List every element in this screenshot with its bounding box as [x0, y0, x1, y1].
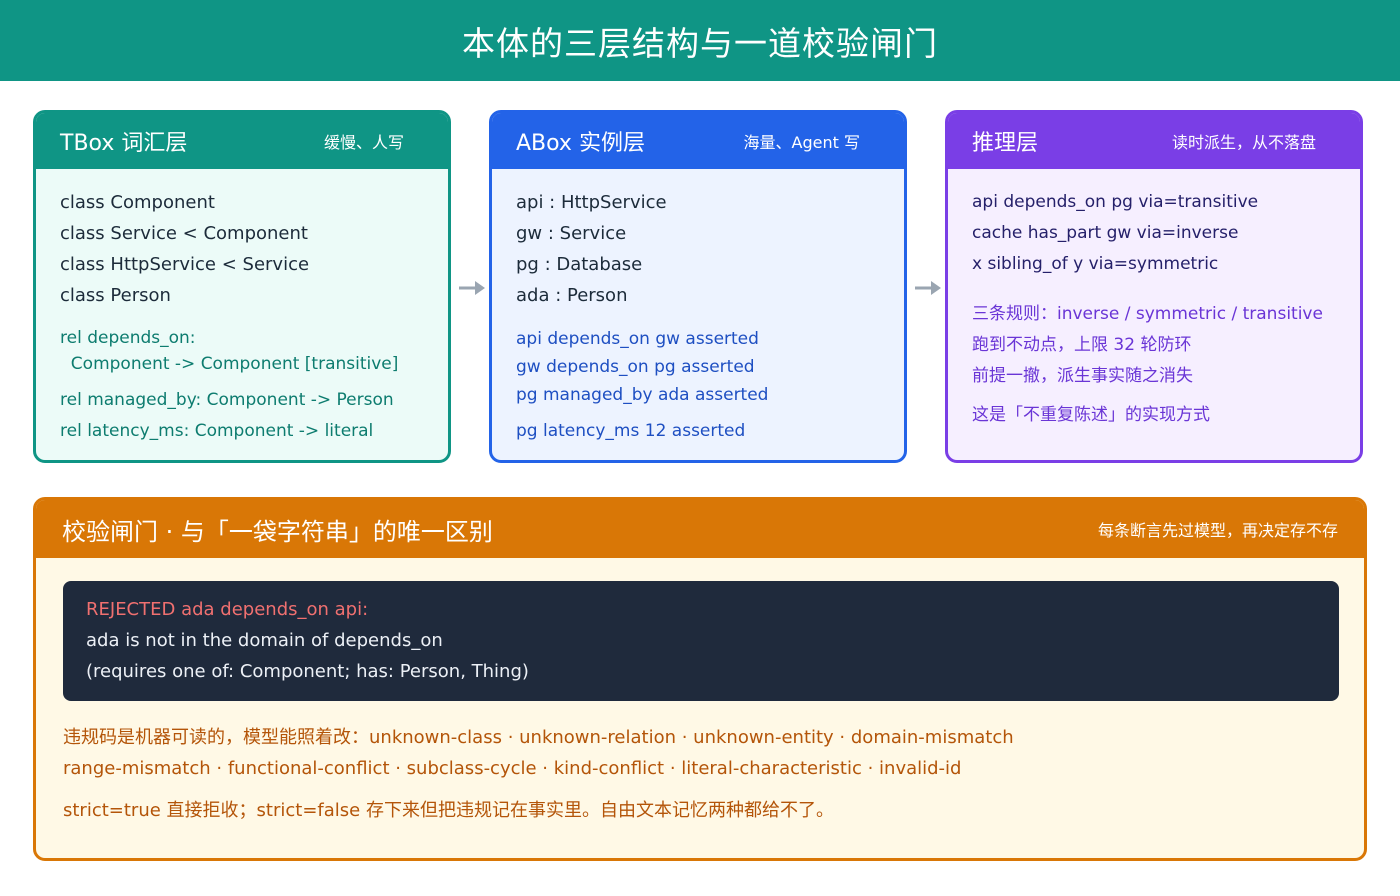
violation-codes-line: 违规码是机器可读的，模型能照着改：unknown-class · unknown… — [63, 727, 1014, 748]
inference-derived-line: x sibling_of y via=symmetric — [972, 254, 1219, 274]
inference-summary-line: 这是「不重复陈述」的实现方式 — [972, 405, 1210, 425]
violation-codes-line: range-mismatch · functional-conflict · s… — [63, 758, 962, 779]
gate-explanation: 违规码是机器可读的，模型能照着改：unknown-class · unknown… — [63, 722, 1014, 826]
page-title: 本体的三层结构与一道校验闸门 — [462, 23, 938, 63]
abox-body: api : HttpService gw : Service pg : Data… — [492, 169, 904, 445]
page-header: 本体的三层结构与一道校验闸门 — [0, 0, 1400, 81]
abox-panel: ABox 实例层 海量、Agent 写 api : HttpService gw… — [489, 110, 907, 463]
abox-instance-line: ada : Person — [516, 285, 628, 306]
abox-assertion-line: pg managed_by ada asserted — [516, 385, 769, 405]
inference-title: 推理层 — [972, 131, 1039, 156]
tbox-note: 缓慢、人写 — [323, 133, 404, 152]
validation-gate-panel: 校验闸门 · 与「一袋字符串」的唯一区别 每条断言先过模型，再决定存不存 REJ… — [33, 497, 1367, 861]
abox-header: ABox 实例层 海量、Agent 写 — [492, 113, 904, 169]
inference-rule-line: 跑到不动点，上限 32 轮防环 — [972, 335, 1192, 355]
tbox-title: TBox 词汇层 — [60, 131, 188, 156]
inference-header: 推理层 读时派生，从不落盘 — [948, 113, 1360, 169]
tbox-header: TBox 词汇层 缓慢、人写 — [36, 113, 448, 169]
abox-assertion-line: api depends_on gw asserted — [516, 329, 759, 349]
strict-mode-line: strict=true 直接拒收；strict=false 存下来但把违规记在事… — [63, 800, 834, 821]
right-arrow-icon — [459, 281, 485, 295]
tbox-rel-depends-line: rel depends_on: — [60, 328, 196, 348]
abox-title: ABox 实例层 — [516, 131, 645, 156]
tbox-body: class Component class Service < Componen… — [36, 169, 448, 447]
inference-derived-line: cache has_part gw via=inverse — [972, 223, 1239, 243]
tbox-class-line: class Person — [60, 285, 171, 306]
rejected-error-line: REJECTED ada depends_on api: — [86, 599, 369, 620]
right-arrow-icon — [915, 281, 941, 295]
abox-literal-line: pg latency_ms 12 asserted — [516, 421, 746, 441]
tbox-class-line: class Service < Component — [60, 223, 308, 244]
inference-derived-line: api depends_on pg via=transitive — [972, 192, 1259, 212]
tbox-rel-managed-line: rel managed_by: Component -> Person — [60, 390, 394, 410]
abox-assertion-line: gw depends_on pg asserted — [516, 357, 755, 377]
abox-instance-line: pg : Database — [516, 254, 643, 275]
abox-instance-line: api : HttpService — [516, 192, 667, 213]
gate-header: 校验闸门 · 与「一袋字符串」的唯一区别 每条断言先过模型，再决定存不存 — [36, 500, 1364, 558]
inference-body: api depends_on pg via=transitive cache h… — [948, 169, 1360, 431]
inference-rule-line: 三条规则：inverse / symmetric / transitive — [972, 304, 1323, 324]
inference-rule-line: 前提一撤，派生事实随之消失 — [972, 366, 1193, 386]
tbox-panel: TBox 词汇层 缓慢、人写 class Component class Ser… — [33, 110, 451, 463]
abox-instance-line: gw : Service — [516, 223, 627, 244]
error-terminal: REJECTED ada depends_on api: ada is not … — [63, 581, 1339, 701]
error-detail-line: ada is not in the domain of depends_on — [86, 630, 443, 651]
error-detail-line: (requires one of: Component; has: Person… — [86, 661, 529, 682]
gate-title: 校验闸门 · 与「一袋字符串」的唯一区别 — [62, 517, 493, 546]
inference-note: 读时派生，从不落盘 — [1171, 133, 1316, 152]
gate-note: 每条断言先过模型，再决定存不存 — [1097, 521, 1338, 540]
tbox-class-line: class HttpService < Service — [60, 254, 310, 275]
tbox-rel-depends-signature: Component -> Component [transitive] — [60, 354, 399, 374]
tbox-rel-latency-line: rel latency_ms: Component -> literal — [60, 421, 374, 441]
tbox-class-line: class Component — [60, 192, 215, 213]
abox-note: 海量、Agent 写 — [743, 133, 860, 152]
inference-panel: 推理层 读时派生，从不落盘 api depends_on pg via=tran… — [945, 110, 1363, 463]
